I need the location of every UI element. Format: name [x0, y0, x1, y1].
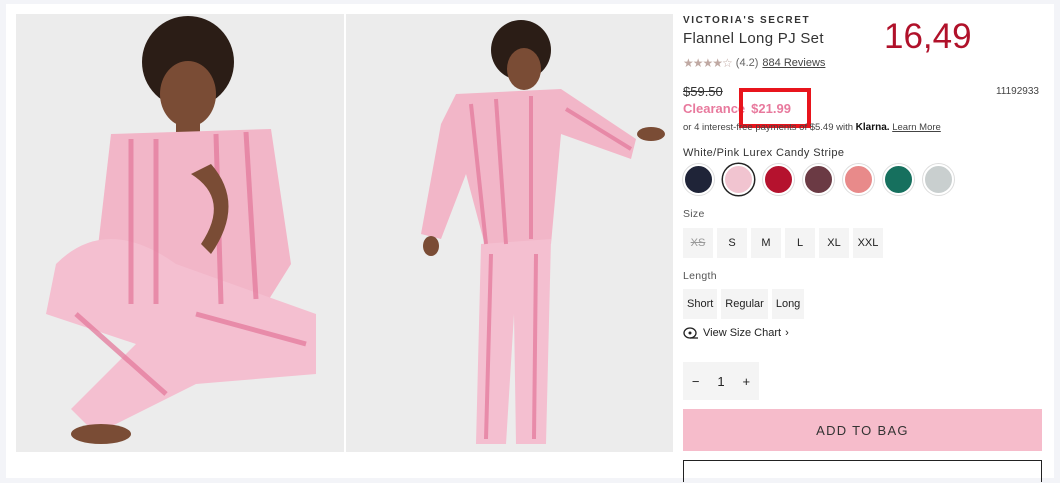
size-option-xl[interactable]: XL: [819, 228, 849, 258]
length-label: Length: [683, 270, 717, 282]
selected-color-name: White/Pink Lurex Candy Stripe: [683, 147, 845, 159]
color-swatches: [683, 164, 954, 195]
color-swatch-red-white-plaid[interactable]: [843, 164, 874, 195]
length-options: Short Regular Long: [683, 289, 805, 319]
product-image-1[interactable]: [16, 14, 344, 452]
clearance-label: Clearance: [683, 101, 746, 116]
original-price: $59.50: [683, 84, 723, 99]
secondary-button[interactable]: [683, 460, 1042, 482]
product-sku: 11192933: [995, 86, 1039, 97]
tape-measure-icon: [683, 327, 698, 339]
quantity-value[interactable]: 1: [717, 374, 724, 389]
size-label: Size: [683, 208, 705, 220]
product-photo-standing: [346, 14, 673, 452]
chevron-right-icon: ›: [785, 327, 789, 339]
annotation-price: 16,49: [884, 17, 972, 56]
length-option-short[interactable]: Short: [683, 289, 718, 319]
klarna-row: or 4 interest-free payments of $5.49 wit…: [683, 122, 941, 133]
size-chart-label: View Size Chart: [703, 327, 782, 339]
color-swatch-grey-stripe[interactable]: [923, 164, 954, 195]
klarna-text: or 4 interest-free payments of $5.49 wit…: [683, 122, 854, 133]
size-option-m[interactable]: M: [751, 228, 781, 258]
length-option-regular[interactable]: Regular: [721, 289, 768, 319]
page: VICTORIA'S SECRET Flannel Long PJ Set 16…: [0, 0, 1060, 483]
size-options: XS S M L XL XXL: [683, 228, 883, 258]
product-title: Flannel Long PJ Set: [683, 30, 824, 47]
klarna-logo: Klarna.: [855, 122, 890, 133]
quantity-increase-button[interactable]: +: [742, 374, 750, 389]
color-swatch-red-plaid[interactable]: [763, 164, 794, 195]
size-option-xs[interactable]: XS: [683, 228, 713, 258]
size-option-l[interactable]: L: [785, 228, 815, 258]
reviews-link[interactable]: 884 Reviews: [762, 57, 825, 69]
product-info-panel: VICTORIA'S SECRET Flannel Long PJ Set 16…: [683, 4, 1053, 482]
color-swatch-green-plaid[interactable]: [883, 164, 914, 195]
product-image-2[interactable]: [346, 14, 673, 452]
klarna-learn-more-link[interactable]: Learn More: [892, 122, 941, 133]
quantity-stepper: − 1 +: [683, 362, 759, 400]
brand-name: VICTORIA'S SECRET: [683, 15, 811, 26]
color-swatch-burgundy-plaid[interactable]: [803, 164, 834, 195]
length-option-long[interactable]: Long: [771, 289, 805, 319]
size-chart-link[interactable]: View Size Chart ›: [683, 327, 789, 339]
add-to-bag-button[interactable]: ADD TO BAG: [683, 409, 1042, 451]
color-swatch-navy-dots[interactable]: [683, 164, 714, 195]
quantity-decrease-button[interactable]: −: [692, 374, 700, 389]
color-swatch-pink-stripe[interactable]: [723, 164, 754, 195]
product-card: VICTORIA'S SECRET Flannel Long PJ Set 16…: [6, 4, 1054, 482]
size-option-s[interactable]: S: [717, 228, 747, 258]
rating-row: ★★★★☆ (4.2) 884 Reviews: [683, 56, 825, 70]
product-photo-seated: [16, 14, 344, 452]
size-option-xxl[interactable]: XXL: [853, 228, 883, 258]
star-rating-icon: ★★★★☆: [683, 56, 733, 70]
rating-value: (4.2): [735, 57, 759, 69]
